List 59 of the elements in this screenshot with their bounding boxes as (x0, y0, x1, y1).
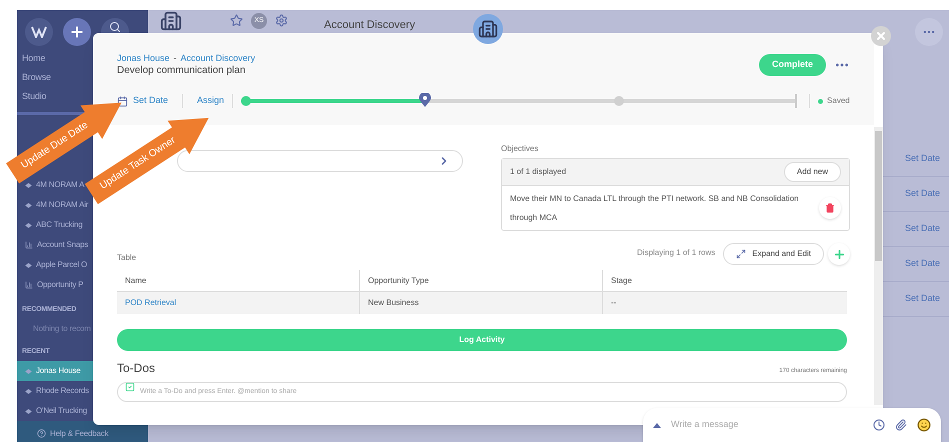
nav-link[interactable]: Studio (22, 90, 46, 102)
sidebar-item[interactable]: Apple Parcel O (36, 259, 88, 271)
task-title: Develop communication plan (117, 64, 246, 78)
delete-button[interactable] (819, 197, 841, 219)
map-pin-icon[interactable] (418, 93, 431, 107)
sidebar-item[interactable]: Opportunity P (37, 279, 84, 291)
diamond-icon (25, 368, 32, 374)
page-title: Account Discovery (324, 19, 416, 32)
building-icon (160, 10, 182, 32)
sidebar-item[interactable]: ABC Trucking (36, 219, 83, 231)
logo-icon (25, 18, 53, 46)
assign-button[interactable]: Assign (197, 94, 224, 108)
add-new-button[interactable]: Add new (784, 162, 841, 182)
set-date-button[interactable]: Set Date (117, 94, 168, 108)
section-label: Objectives (501, 144, 538, 154)
empty-message: Nothing to recom (32, 323, 91, 335)
message-input[interactable]: Write a message (671, 418, 863, 432)
section-label: Table (117, 253, 136, 263)
table-cell[interactable]: POD Retrieval (117, 292, 360, 314)
objectives-count: 1 of 1 displayed (510, 166, 566, 178)
sidebar-item[interactable]: 4M NORAM Air (36, 199, 88, 211)
diamond-icon (25, 408, 32, 414)
star-icon[interactable] (230, 14, 243, 27)
objective-text: Move their MN to Canada LTL through the PTI network. SB and NB Consolidation through MCA (510, 193, 800, 224)
diamond-icon (25, 202, 32, 208)
breadcrumb-link[interactable]: Account Discovery (180, 52, 256, 64)
trash-icon (825, 203, 835, 213)
bar-chart-icon (25, 241, 33, 249)
recent-item[interactable]: O'Neil Trucking (17, 401, 148, 421)
bar-chart-icon (25, 281, 33, 289)
settings-icon[interactable] (275, 14, 288, 27)
help-icon (37, 429, 46, 438)
breadcrumb-link[interactable]: Jonas House (117, 52, 170, 64)
breadcrumb-separator: - (174, 52, 177, 64)
clock-icon[interactable] (873, 419, 885, 431)
sidebar-item[interactable]: Account Snaps (37, 239, 88, 251)
expand-edit-button[interactable]: Expand and Edit (723, 243, 824, 265)
close-icon (875, 30, 887, 42)
add-button[interactable] (63, 18, 91, 46)
plus-icon (69, 24, 85, 40)
sidebar-item[interactable]: 4M NORAM A (36, 179, 84, 191)
diamond-icon (25, 262, 32, 268)
select-field[interactable] (177, 150, 463, 172)
table-cell: New Business (360, 292, 603, 314)
nav-link[interactable]: Home (22, 52, 46, 64)
calendar-icon (117, 96, 128, 106)
diamond-icon (25, 222, 32, 228)
checkbox-icon (125, 382, 135, 392)
nav-link[interactable]: Browse (22, 71, 51, 83)
diamond-icon (25, 388, 32, 394)
plus-icon (832, 248, 846, 260)
rows-summary: Displaying 1 of 1 rows (637, 247, 716, 259)
caret-up-icon[interactable] (653, 422, 661, 428)
emoji-icon[interactable] (917, 418, 931, 432)
save-status: Saved (827, 95, 850, 107)
attachment-icon[interactable] (895, 419, 907, 431)
search-icon (109, 21, 121, 33)
table-cell: -- (603, 292, 847, 314)
expand-icon (736, 249, 746, 259)
